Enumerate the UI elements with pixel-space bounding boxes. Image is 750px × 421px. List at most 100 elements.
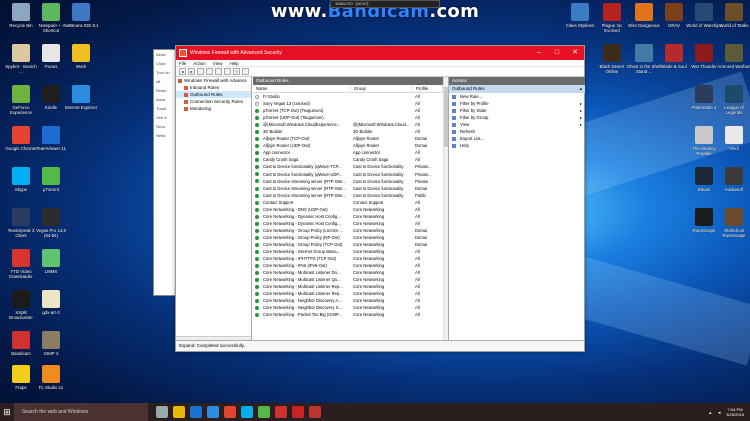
rule-row[interactable]: Alljoyn Router (UDP-Out) Alljoyn Router Do… (253, 142, 443, 149)
desktop-icon[interactable]: League of Legends (716, 85, 750, 125)
volume-icon[interactable]: ◄ (717, 410, 721, 415)
taskbar-app-icon[interactable] (224, 406, 236, 418)
rule-row[interactable]: µTorrent (TCP-Out) (Tsugumoni) All (253, 107, 443, 114)
rule-row[interactable]: Core Networking - Neighbor Discovery S..… (253, 304, 443, 311)
taskbar-app-icon[interactable] (190, 406, 202, 418)
start-button[interactable]: ⊞ (0, 403, 14, 421)
column-profile[interactable]: Profile (413, 85, 443, 92)
back-icon[interactable]: ◂ (179, 68, 186, 75)
desktop-icon[interactable]: Vindi (716, 126, 750, 166)
taskbar-app-icon[interactable] (275, 406, 287, 418)
rule-row[interactable]: Core Networking - Group Policy (TCP-Out)… (253, 241, 443, 248)
rule-row[interactable]: @{Microsoft.Windows.CloudExperience... @{… (253, 121, 443, 128)
rule-row[interactable]: Core Networking - Multicast Listener Do.… (253, 269, 443, 276)
rule-row[interactable]: Cast to Device streaming server (RTP-Str… (253, 185, 443, 192)
rule-row[interactable]: FI Studio All (253, 93, 443, 100)
desktop-icon[interactable]: Vegas Pro 13.0 (64-bit) (33, 208, 69, 248)
desktop-icon[interactable]: LMMS (33, 249, 69, 289)
properties-icon[interactable] (242, 68, 249, 75)
action-refresh[interactable]: Refresh (449, 128, 585, 135)
rule-row[interactable]: 3D Builder 3D Builder All (253, 128, 443, 135)
rule-row[interactable]: Core Networking - Packet Too Big (ICMP..… (253, 311, 443, 318)
desktop-icon[interactable]: gdx-art-2 (33, 290, 69, 330)
menu-item-help[interactable]: Help (229, 60, 238, 66)
rule-row[interactable]: Cast to Device functionality (qWave-UDP.… (253, 171, 443, 178)
control-panel-link[interactable]: Resto (154, 86, 176, 95)
forward-icon[interactable]: ▸ (188, 68, 195, 75)
column-group[interactable]: Group (351, 85, 413, 92)
rule-row[interactable]: Core Networking - Multicast Listener Qu.… (253, 276, 443, 283)
rule-row[interactable]: Core Networking - Group Policy (LSASS-..… (253, 227, 443, 234)
control-panel-link[interactable]: Chan (154, 59, 176, 68)
background-control-panel-window[interactable]: Allow Chan Turn on off Resto Adva Troub See a Se… (153, 49, 177, 296)
taskbar-app-icon[interactable] (292, 406, 304, 418)
desktop-icon[interactable]: FL Studio 11 (33, 365, 69, 403)
close-button[interactable]: ✕ (566, 46, 584, 60)
taskbar-app-icon[interactable] (258, 406, 270, 418)
action-filter-by-state[interactable]: Filter by State ▸ (449, 107, 585, 114)
export-icon[interactable] (224, 68, 231, 75)
rule-row[interactable]: Contact Support Contact Support All (253, 199, 443, 206)
rule-row[interactable]: Core Networking - Multicast Listener Rep… (253, 290, 443, 297)
taskbar-app-icon[interactable] (173, 406, 185, 418)
action-filter-by-profile[interactable]: Filter by Profile ▸ (449, 100, 585, 107)
desktop-icon[interactable]: Internet Explorer (63, 85, 99, 125)
rule-row[interactable]: Cast to Device functionality (qWave-TCP.… (253, 163, 443, 170)
rule-row[interactable]: Core Networking - Group Policy (NP-Out) C… (253, 234, 443, 241)
search-box[interactable]: Search the web and Windows (14, 403, 148, 421)
rule-row[interactable]: Core Networking - IPHTTPS (TCP-Out) Core … (253, 255, 443, 262)
action-view[interactable]: View ▸ (449, 121, 585, 128)
action-filter-by-group[interactable]: Filter by Group ▸ (449, 114, 585, 121)
control-panel-link[interactable]: Allow (154, 50, 176, 59)
control-panel-link[interactable]: Secu (154, 122, 176, 131)
desktop-icon[interactable]: µTorrent (33, 167, 69, 207)
control-panel-link[interactable]: Netw (154, 131, 176, 140)
desktop-icon[interactable]: Armored Warfare (716, 44, 750, 84)
action-help[interactable]: Help (449, 142, 585, 149)
menu-item-view[interactable]: View (213, 60, 223, 66)
rule-row[interactable]: App connector App connector All (253, 149, 443, 156)
rule-row[interactable]: Candy Crush Saga Candy Crush Saga All (253, 156, 443, 163)
control-panel-link[interactable]: See a (154, 113, 176, 122)
rule-row[interactable]: Alljoyn Router (TCP-Out) Alljoyn Router Do… (253, 135, 443, 142)
clock[interactable]: 7:54 PM 3/25/2016 (726, 407, 744, 417)
rule-row[interactable]: Core Networking - Dynamic Host Config...… (253, 213, 443, 220)
up-folder-icon[interactable] (197, 68, 204, 75)
rule-row[interactable]: Cast to Device streaming server (RTP-Str… (253, 192, 443, 199)
rule-row[interactable]: Cast to Device streaming server (RTP-Str… (253, 178, 443, 185)
actions-section-outbound[interactable]: Outbound Rules (449, 85, 585, 93)
tree-item[interactable]: Connection Security Rules (176, 98, 251, 105)
help-icon[interactable]: ? (233, 68, 240, 75)
tree-item[interactable]: Inbound Rules (176, 84, 251, 91)
title-bar[interactable]: Windows Firewall with Advanced Security … (176, 46, 584, 60)
show-hide-tree-icon[interactable] (206, 68, 213, 75)
rule-row[interactable]: Core Networking - Internet Group Mana...… (253, 248, 443, 255)
tree-item[interactable]: Monitoring (176, 105, 251, 112)
desktop-icon[interactable]: Work (63, 44, 99, 84)
taskbar-app-icon[interactable] (309, 406, 321, 418)
rule-row[interactable]: Core Networking - DNS (UDP-Out) Core Netw… (253, 206, 443, 213)
network-icon[interactable]: ▲ (708, 410, 712, 415)
control-panel-link[interactable]: off (154, 77, 176, 86)
taskbar-app-icon[interactable] (241, 406, 253, 418)
control-panel-link[interactable]: Troub (154, 104, 176, 113)
taskbar-app-icon[interactable] (207, 406, 219, 418)
desktop-icon[interactable]: Black Desert Online (594, 44, 630, 84)
column-name[interactable]: Name (253, 85, 351, 92)
tree-item[interactable]: Windows Firewall with Advance (176, 77, 251, 84)
desktop-icon[interactable]: TeamViewer 11 (33, 126, 69, 166)
action-export-list[interactable]: Export List... (449, 135, 585, 142)
action-new-rule[interactable]: New Rule... (449, 93, 585, 100)
refresh-icon[interactable] (215, 68, 222, 75)
rule-row[interactable]: Core Networking - IPv6 (IPv6-Out) Core Ne… (253, 262, 443, 269)
rule-row[interactable]: Core Networking - Multicast Listener Rep… (253, 283, 443, 290)
control-panel-link[interactable]: Turn on (154, 68, 176, 77)
maximize-button[interactable]: □ (548, 46, 566, 60)
control-panel-link[interactable]: Adva (154, 95, 176, 104)
rule-row[interactable]: Core Networking - Dynamic Host Config...… (253, 220, 443, 227)
taskbar-app-icon[interactable] (156, 406, 168, 418)
desktop-icon[interactable]: OldSchool RuneScape (716, 208, 750, 248)
desktop-icon[interactable]: Audiosurf (716, 167, 750, 207)
tree-item[interactable]: Outbound Rules (176, 91, 251, 98)
rule-row[interactable]: Core Networking - Neighbor Discovery A..… (253, 297, 443, 304)
